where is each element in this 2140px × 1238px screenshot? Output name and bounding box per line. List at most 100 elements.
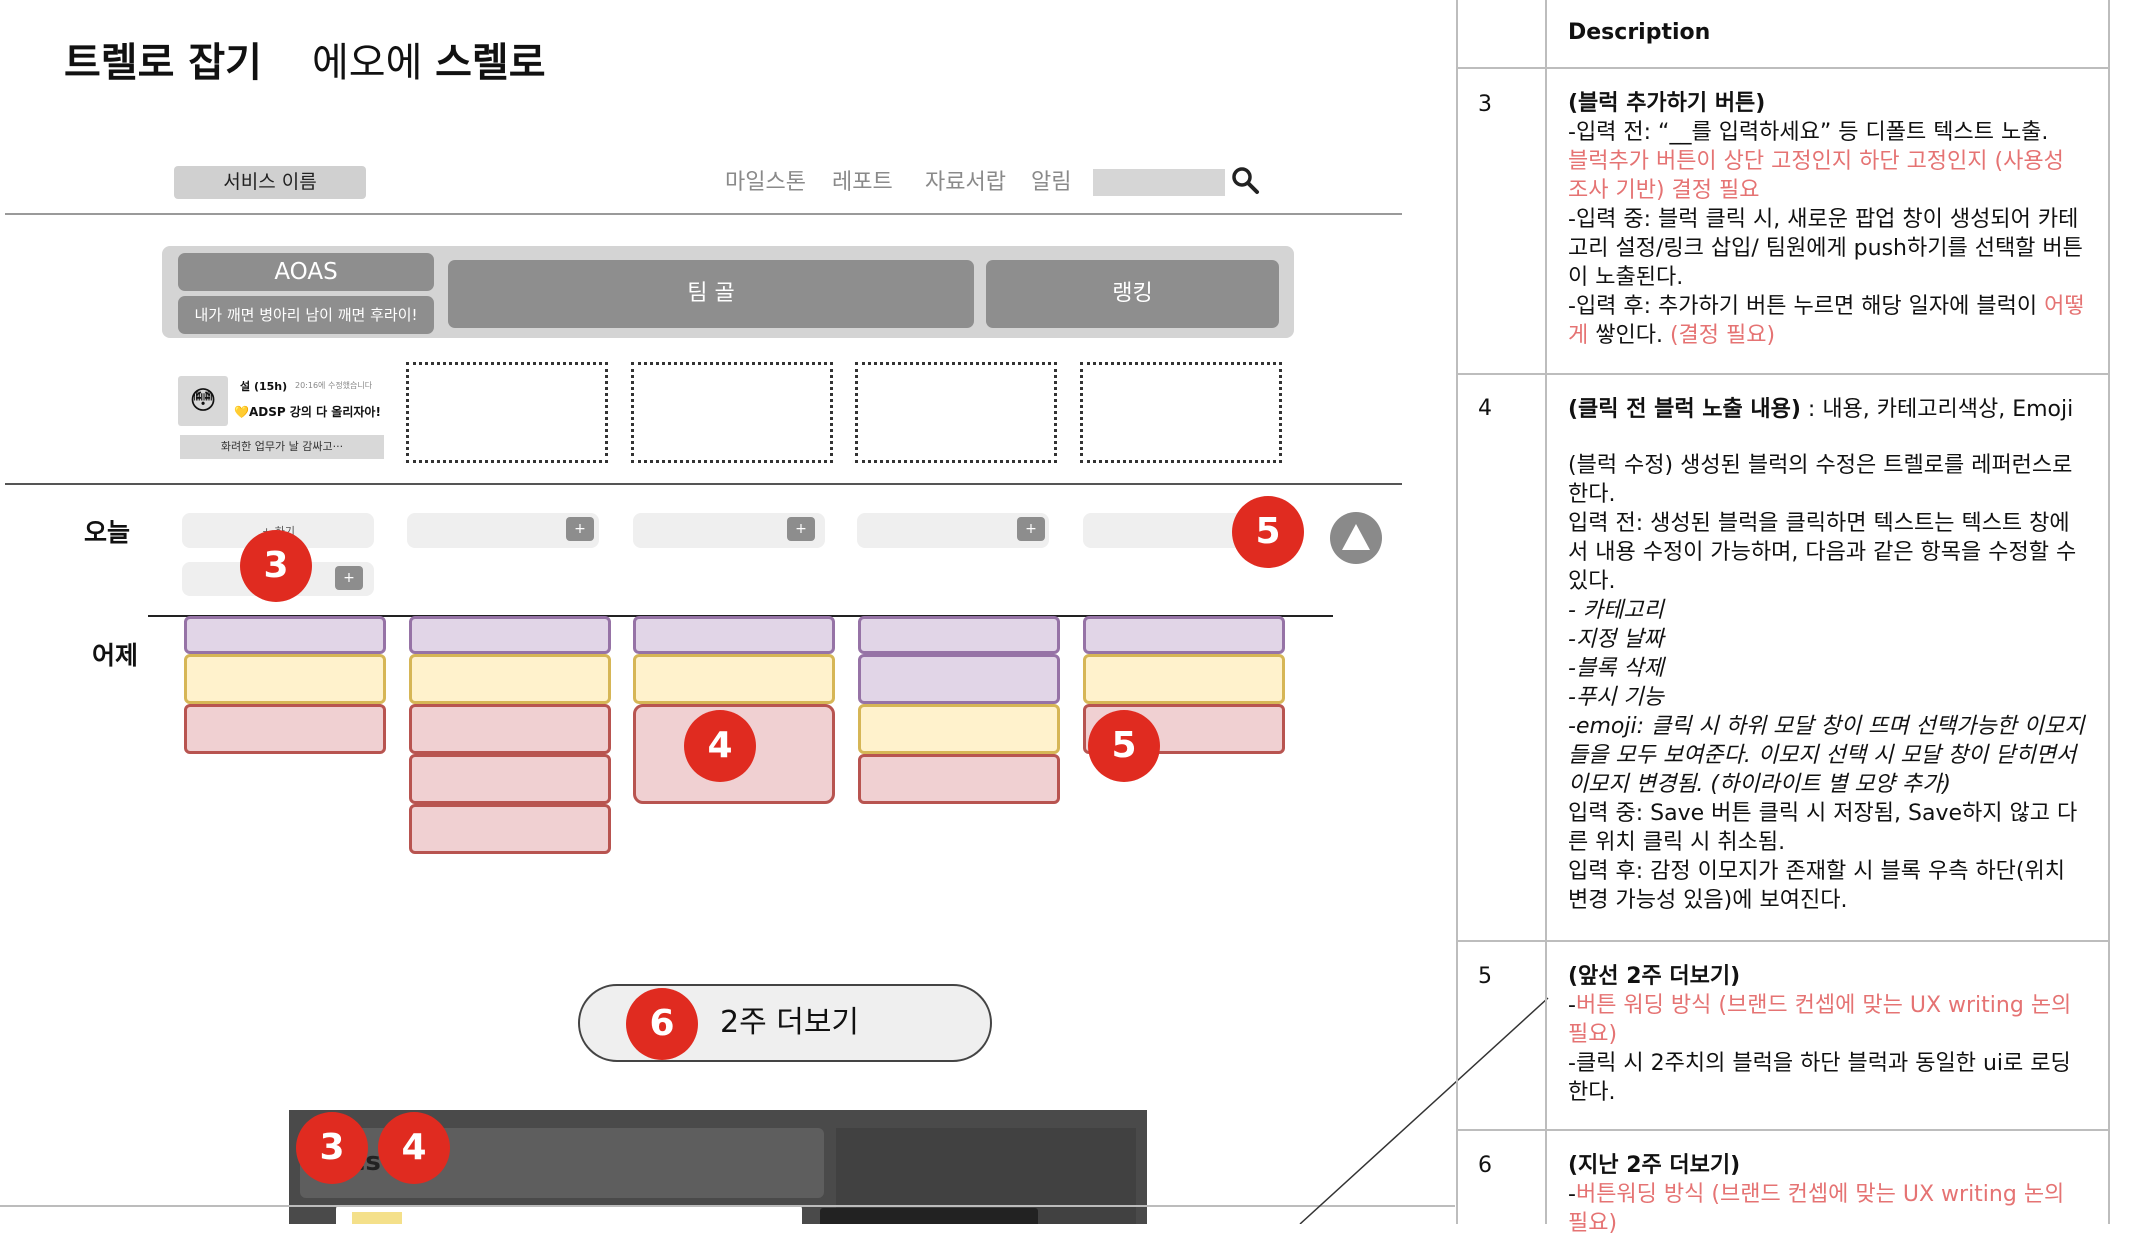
section-divider (5, 483, 1402, 485)
task-block[interactable] (1083, 616, 1285, 654)
cell-item: -푸시 기능 (1568, 685, 1664, 710)
tab-aoas[interactable]: AOAS (178, 253, 434, 291)
task-block[interactable] (1083, 654, 1285, 704)
member-slot[interactable] (855, 362, 1057, 463)
task-block[interactable] (184, 654, 386, 704)
modal-preview-input (336, 1205, 802, 1224)
annotation-badge-3: 3 (240, 530, 312, 602)
profile-timestamp: 20:16에 수정했습니다 (295, 381, 373, 390)
annotation-badge-5: 5 (1088, 710, 1160, 782)
nav-drawer[interactable]: 자료서랍 (925, 166, 1006, 199)
subtitle-bold: 스렐로 (435, 40, 546, 86)
tab-team-goal[interactable]: 팀 골 (448, 260, 974, 328)
profile-status: 💛ADSP 강의 다 올리자아! (234, 405, 381, 419)
cell-title: (블럭 추가하기 버튼) (1568, 91, 1766, 116)
search-input[interactable] (1093, 169, 1225, 196)
cell-text: 쌓인다. (1588, 323, 1670, 348)
task-block[interactable] (409, 654, 611, 704)
cell-title: (지난 2주 더보기) (1568, 1153, 1741, 1178)
aoas-slogan: 내가 깨면 병아리 남이 깨면 후라이! (178, 296, 434, 334)
task-block[interactable] (858, 754, 1060, 804)
table-border (1545, 0, 1547, 1224)
task-block[interactable] (409, 754, 611, 804)
cell-title: (앞선 2주 더보기) (1568, 964, 1741, 989)
tab-ranking[interactable]: 랭킹 (986, 260, 1279, 328)
cell-line: -입력 전: “__를 입력하세요” 등 디폴트 텍스트 노출. (1568, 120, 2049, 145)
cell-line: (블럭 수정) 생성된 블럭의 수정은 트렐로를 레퍼런스로 한다. (1568, 453, 2073, 507)
service-name-button[interactable]: 서비스 이름 (174, 166, 366, 199)
scroll-up-button[interactable] (1330, 512, 1382, 564)
cell-text: - (1568, 993, 1576, 1018)
cell-note: (결정 필요) (1669, 323, 1776, 348)
cell-title: (클릭 전 블럭 노출 내용) (1568, 397, 1801, 422)
task-block[interactable] (633, 616, 835, 654)
cell-item: -emoji: 클릭 시 하위 모달 창이 뜨며 선택가능한 이모지들을 모두 … (1568, 714, 2085, 797)
annotation-badge-6: 6 (626, 988, 698, 1060)
task-block[interactable] (184, 704, 386, 754)
search-icon[interactable] (1230, 165, 1260, 195)
page-title: 트렐로 잡기 (64, 40, 262, 86)
annotation-badge-5: 5 (1232, 496, 1304, 568)
row-number: 3 (1478, 92, 1492, 117)
task-block[interactable] (858, 616, 1060, 654)
cell-line: 입력 후: 감정 이모지가 존재할 시 블록 우측 하단(위치 변경 가능성 있… (1568, 859, 2065, 913)
table-border (2108, 0, 2110, 1224)
annotation-badge-3: 3 (296, 1112, 368, 1184)
task-block[interactable] (409, 804, 611, 854)
description-cell: (앞선 2주 더보기) -버튼 워딩 방식 (브랜드 컨셉에 맞는 UX wri… (1568, 962, 2088, 1107)
row-number: 4 (1478, 396, 1492, 421)
member-slot[interactable] (406, 362, 608, 463)
table-header: Description (1568, 20, 1711, 45)
member-slot[interactable] (1080, 362, 1282, 463)
cell-line: -클릭 시 2주치의 블럭을 하단 블럭과 동일한 ui로 로딩한다. (1568, 1051, 2071, 1105)
task-block[interactable] (184, 616, 386, 654)
cell-note: 버튼 워딩 방식 (브랜드 컨셉에 맞는 UX writing 논의 필요) (1568, 993, 2072, 1047)
table-border (1456, 0, 1458, 1224)
row-number: 6 (1478, 1153, 1492, 1178)
task-block[interactable] (858, 654, 1060, 704)
cell-line: 입력 중: Save 버튼 클릭 시 저장됨, Save하지 않고 다른 위치 … (1568, 801, 2078, 855)
task-block[interactable] (858, 704, 1060, 754)
page-subtitle: 에오에 스렐로 (312, 30, 546, 88)
modal-preview-highlight (352, 1212, 402, 1224)
add-block-button[interactable]: + (787, 517, 815, 541)
description-cell: (블럭 추가하기 버튼) -입력 전: “__를 입력하세요” 등 디폴트 텍스… (1568, 89, 2088, 350)
cell-note: 블럭추가 버튼이 상단 고정인지 하단 고정인지 (사용성 조사 기반) 결정 … (1568, 149, 2064, 203)
cell-line: -입력 후: 추가하기 버튼 누르면 해당 일자에 블럭이 어떻게 쌓인다. (… (1568, 292, 2088, 350)
table-border (1456, 67, 2110, 69)
row-number: 5 (1478, 964, 1492, 989)
cell-line: (클릭 전 블럭 노출 내용) : 내용, 카테고리색상, Emoji (1568, 395, 2088, 424)
table-border (1456, 1129, 2110, 1131)
cell-line: -버튼 워딩 방식 (브랜드 컨셉에 맞는 UX writing 논의 필요) (1568, 991, 2088, 1049)
annotation-badge-4: 4 (378, 1112, 450, 1184)
cell-note: 버튼워딩 방식 (브랜드 컨셉에 맞는 UX writing 논의 필요) (1568, 1182, 2065, 1236)
task-block[interactable] (409, 704, 611, 754)
table-border (1456, 940, 2110, 942)
profile-message-button[interactable]: 화려한 업무가 날 감싸고··· (180, 435, 384, 459)
description-cell: (지난 2주 더보기) -버튼워딩 방식 (브랜드 컨셉에 맞는 UX writ… (1568, 1151, 2088, 1238)
subtitle-prefix: 에오에 (312, 40, 436, 86)
nav-milestone[interactable]: 마일스톤 (725, 166, 806, 199)
cell-line: 입력 전: 생성된 블럭을 클릭하면 텍스트는 텍스트 창에서 내용 수정이 가… (1568, 511, 2077, 594)
task-block[interactable] (633, 654, 835, 704)
add-block-button[interactable]: + (566, 517, 594, 541)
cell-text: : 내용, 카테고리색상, Emoji (1800, 397, 2074, 422)
nav-report[interactable]: 레포트 (832, 166, 893, 199)
header-divider (5, 213, 1402, 215)
cell-text: - (1568, 1182, 1576, 1207)
cell-line: -버튼워딩 방식 (브랜드 컨셉에 맞는 UX writing 논의 필요) (1568, 1180, 2088, 1238)
triangle-up-icon (1342, 524, 1370, 550)
table-border (1456, 373, 2110, 375)
cell-text: -입력 후: 추가하기 버튼 누르면 해당 일자에 블럭이 (1568, 294, 2045, 319)
cell-item: -지정 날짜 (1568, 627, 1664, 652)
member-slot[interactable] (631, 362, 833, 463)
annotation-badge-4: 4 (684, 710, 756, 782)
add-block-button[interactable]: + (1017, 517, 1045, 541)
description-cell: (클릭 전 블럭 노출 내용) : 내용, 카테고리색상, Emoji (블럭 … (1568, 395, 2088, 915)
task-block[interactable] (409, 616, 611, 654)
load-more-label: 2주 더보기 (720, 1005, 860, 1040)
nav-alerts[interactable]: 알림 (1031, 166, 1071, 199)
profile-name: 설 (15h) (240, 380, 288, 393)
add-block-button[interactable]: + (335, 566, 363, 590)
modal-preview-bar (820, 1208, 1038, 1224)
